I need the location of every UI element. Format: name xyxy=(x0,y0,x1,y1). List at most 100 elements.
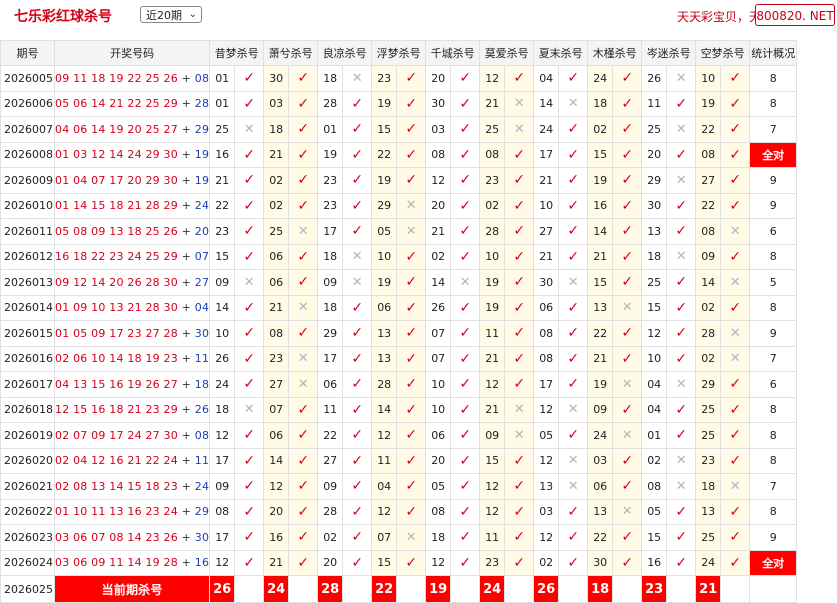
kill-number: 15 xyxy=(371,116,398,143)
kill-number: 09 xyxy=(209,473,236,500)
check-icon: ✓ xyxy=(612,65,643,92)
check-icon: ✓ xyxy=(612,192,643,219)
check-icon: ✓ xyxy=(234,422,265,449)
header-expert: 昔梦杀号 xyxy=(209,40,265,66)
table-row: 2026018 12 15 16 18 21 23 29 + 26 18 ✕ 07 ✓ 11… xyxy=(0,396,798,423)
check-icon: ✓ xyxy=(612,473,643,500)
check-icon: ✓ xyxy=(396,116,427,143)
check-icon: ✓ xyxy=(666,524,697,551)
check-icon: ✓ xyxy=(450,396,481,423)
cross-icon: ✕ xyxy=(720,345,751,372)
kill-number: 16 xyxy=(641,549,668,576)
draw-main-numbers: 01 09 10 13 21 28 30 xyxy=(55,301,178,315)
kill-number: 06 xyxy=(263,269,290,296)
draw-numbers: 02 06 10 14 18 19 23 + 11 xyxy=(53,345,211,372)
draw-numbers: 02 04 12 16 21 22 24 + 11 xyxy=(53,447,211,474)
check-icon: ✓ xyxy=(288,167,319,194)
check-icon: ✓ xyxy=(720,90,751,117)
period-cell: 2026005 xyxy=(0,65,55,92)
draw-numbers: 01 05 09 17 23 27 28 + 30 xyxy=(53,320,211,347)
kill-number: 29 xyxy=(317,320,344,347)
kill-number: 08 xyxy=(641,473,668,500)
kill-number: 09 xyxy=(695,243,722,270)
kill-number: 21 xyxy=(533,243,560,270)
draw-numbers: 05 06 14 21 22 25 29 + 28 xyxy=(53,90,211,117)
kill-number: 05 xyxy=(641,498,668,525)
kill-number: 02 xyxy=(317,524,344,551)
check-icon: ✓ xyxy=(612,345,643,372)
kill-number: 04 xyxy=(533,65,560,92)
table-row: 2026006 05 06 14 21 22 25 29 + 28 01 ✓ 03 ✓ 28… xyxy=(0,90,798,117)
header-period: 期号 xyxy=(0,40,55,66)
check-icon: ✓ xyxy=(558,524,589,551)
cross-icon: ✕ xyxy=(558,473,589,500)
check-icon: ✓ xyxy=(666,294,697,321)
kill-number: 23 xyxy=(479,549,506,576)
period-cell: 2026011 xyxy=(0,218,55,245)
check-icon: ✓ xyxy=(396,549,427,576)
check-icon: ✓ xyxy=(666,218,697,245)
ad-link[interactable]: 天天彩宝贝，天 xyxy=(677,8,761,25)
header-expert: 千城杀号 xyxy=(425,40,481,66)
check-icon: ✓ xyxy=(450,90,481,117)
check-icon: ✓ xyxy=(342,524,373,551)
kill-number: 24 xyxy=(533,116,560,143)
table-row: 2026015 01 05 09 17 23 27 28 + 30 10 ✓ 08 ✓ 29… xyxy=(0,320,798,347)
check-icon: ✓ xyxy=(288,243,319,270)
table-row: 2026011 05 08 09 13 18 25 26 + 20 23 ✓ 25 ✕ 17… xyxy=(0,218,798,245)
kill-number: 18 xyxy=(641,243,668,270)
kill-number: 04 xyxy=(641,396,668,423)
draw-main-numbers: 12 15 16 18 21 23 29 xyxy=(55,403,178,417)
cross-icon: ✕ xyxy=(288,345,319,372)
kill-number: 25 xyxy=(695,396,722,423)
empty-cell xyxy=(720,575,751,603)
kill-number: 12 xyxy=(479,498,506,525)
check-icon: ✓ xyxy=(342,294,373,321)
cross-icon: ✕ xyxy=(234,396,265,423)
cross-icon: ✕ xyxy=(612,422,643,449)
check-icon: ✓ xyxy=(666,396,697,423)
header-expert: 岑迷杀号 xyxy=(641,40,697,66)
check-icon: ✓ xyxy=(666,345,697,372)
empty-cell xyxy=(288,575,319,603)
kill-number: 21 xyxy=(587,243,614,270)
check-icon: ✓ xyxy=(558,371,589,398)
kill-number: 24 xyxy=(695,549,722,576)
header-stat: 统计概况 xyxy=(749,40,798,66)
draw-numbers: 01 14 15 18 21 28 29 + 24 xyxy=(53,192,211,219)
kill-number: 11 xyxy=(641,90,668,117)
kill-number: 08 xyxy=(533,320,560,347)
stat-cell: 7 xyxy=(749,116,798,143)
header-expert: 木槿杀号 xyxy=(587,40,643,66)
plus-separator: + xyxy=(177,377,195,391)
check-icon: ✓ xyxy=(612,167,643,194)
kill-number: 20 xyxy=(263,498,290,525)
draw-main-numbers: 01 14 15 18 21 28 29 xyxy=(55,199,178,213)
period-range-select[interactable]: 近20期 ⌄ xyxy=(140,6,202,23)
stat-cell: 7 xyxy=(749,473,798,500)
draw-numbers: 05 08 09 13 18 25 26 + 20 xyxy=(53,218,211,245)
check-icon: ✓ xyxy=(342,192,373,219)
kill-number: 06 xyxy=(263,422,290,449)
kill-number: 21 xyxy=(263,141,290,168)
check-icon: ✓ xyxy=(396,396,427,423)
kill-number: 24 xyxy=(587,65,614,92)
stat-cell: 8 xyxy=(749,294,798,321)
site-badge[interactable]: 800820. NET xyxy=(755,4,835,26)
kill-number: 19 xyxy=(371,90,398,117)
header-expert: 萧兮杀号 xyxy=(263,40,319,66)
kill-number: 14 xyxy=(695,269,722,296)
draw-numbers: 03 06 09 11 14 19 28 + 16 xyxy=(53,549,211,576)
kill-number: 19 xyxy=(695,90,722,117)
draw-numbers: 09 11 18 19 22 25 26 + 08 xyxy=(53,65,211,92)
header-expert: 空梦杀号 xyxy=(695,40,751,66)
check-icon: ✓ xyxy=(720,116,751,143)
period-cell: 2026020 xyxy=(0,447,55,474)
kill-number: 17 xyxy=(317,218,344,245)
kill-number: 22 xyxy=(695,192,722,219)
check-icon: ✓ xyxy=(234,371,265,398)
check-icon: ✓ xyxy=(396,473,427,500)
check-icon: ✓ xyxy=(558,218,589,245)
check-icon: ✓ xyxy=(504,473,535,500)
draw-main-numbers: 02 08 13 14 15 18 23 xyxy=(55,479,178,493)
